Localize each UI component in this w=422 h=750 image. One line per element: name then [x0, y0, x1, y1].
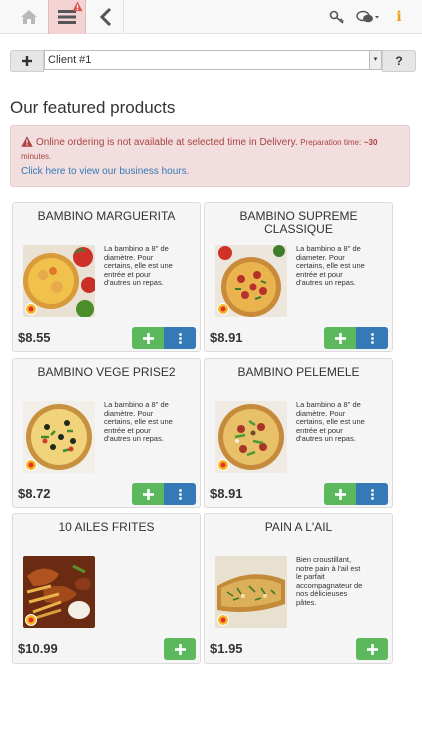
featured-badge-icon	[25, 303, 37, 315]
delivery-unavailable-alert: Online ordering is not available at sele…	[10, 125, 410, 187]
featured-badge-icon	[25, 459, 37, 471]
product-price: $8.91	[210, 330, 243, 345]
top-navigation-bar: i	[0, 0, 422, 34]
chat-dropdown-button[interactable]	[352, 0, 384, 34]
info-icon: i	[396, 9, 402, 25]
more-options-button[interactable]	[356, 483, 388, 505]
featured-badge-icon	[217, 459, 229, 471]
product-image[interactable]	[215, 245, 287, 317]
featured-badge-icon	[217, 303, 229, 315]
add-to-cart-button[interactable]	[132, 327, 164, 349]
product-image[interactable]	[215, 556, 287, 628]
product-name: BAMBINO MARGUERITA	[37, 209, 176, 223]
add-to-cart-button[interactable]	[164, 638, 196, 660]
product-name: BAMBINO VEGE PRISE2	[37, 365, 176, 379]
product-card: PAIN A L'AIL Bien croustillant, notre pa…	[204, 513, 393, 664]
vertical-ellipsis-icon	[370, 332, 374, 344]
plus-icon	[334, 332, 346, 344]
hamburger-menu-icon	[58, 10, 76, 24]
prep-time-unit: minutes.	[21, 152, 52, 161]
info-button[interactable]: i	[386, 0, 412, 34]
product-price: $10.99	[18, 641, 58, 656]
product-description: Bien croustillant, notre pain à l'ail es…	[296, 555, 363, 607]
product-image[interactable]	[23, 245, 95, 317]
product-card: BAMBINO VEGE PRISE2 La bambino a 8" de d…	[12, 358, 201, 508]
product-price: $1.95	[210, 641, 243, 656]
add-to-cart-button[interactable]	[356, 638, 388, 660]
more-options-button[interactable]	[356, 327, 388, 349]
plus-icon	[366, 643, 378, 655]
vertical-ellipsis-icon	[370, 488, 374, 500]
product-description: La bambino a 8" de diameter. Pour certai…	[296, 244, 365, 288]
alert-message: Online ordering is not available at sele…	[36, 137, 298, 148]
featured-badge-icon	[25, 614, 37, 626]
chevron-left-icon	[99, 8, 111, 26]
plus-icon	[142, 332, 154, 344]
add-client-button[interactable]	[10, 50, 44, 72]
select-arrow-icon: ▾	[369, 51, 381, 69]
vertical-ellipsis-icon	[178, 488, 182, 500]
business-hours-link[interactable]: Click here to view our business hours.	[21, 165, 399, 179]
home-button[interactable]	[10, 0, 48, 34]
product-description: La bambino a 8" de diamètre. Pour certai…	[104, 400, 173, 444]
login-button[interactable]	[322, 0, 352, 34]
add-to-cart-button[interactable]	[132, 483, 164, 505]
product-description: La bambino a 8" de diamètre. Pour certai…	[104, 244, 173, 288]
product-card: BAMBINO PELEMELE La bambino a 8" de diam…	[204, 358, 393, 508]
plus-icon	[142, 488, 154, 500]
plus-icon	[334, 488, 346, 500]
page-title: Our featured products	[10, 98, 176, 117]
client-select[interactable]: Client #1 ▾	[44, 50, 382, 70]
product-image[interactable]	[23, 556, 95, 628]
product-description: La bambino a 8" de diamètre. Pour certai…	[296, 400, 365, 444]
key-icon	[329, 10, 344, 24]
back-button[interactable]	[88, 0, 124, 34]
featured-badge-icon	[217, 614, 229, 626]
plus-icon	[174, 643, 186, 655]
client-selector-bar: Client #1 ▾ ?	[10, 50, 416, 72]
add-to-cart-button[interactable]	[324, 483, 356, 505]
product-name: PAIN A L'AIL	[264, 520, 333, 534]
product-image[interactable]	[23, 401, 95, 473]
menu-button[interactable]	[48, 0, 86, 34]
home-icon	[21, 10, 37, 24]
product-price: $8.72	[18, 486, 51, 501]
plus-icon	[22, 56, 32, 66]
product-price: $8.55	[18, 330, 51, 345]
product-image[interactable]	[215, 401, 287, 473]
client-select-value: Client #1	[48, 54, 92, 66]
warning-icon	[21, 136, 33, 147]
prep-time-value: ~30	[363, 138, 378, 147]
warning-badge-icon	[72, 1, 83, 12]
more-options-button[interactable]	[164, 327, 196, 349]
chat-bubbles-icon	[356, 10, 379, 23]
add-to-cart-button[interactable]	[324, 327, 356, 349]
product-name: BAMBINO PELEMELE	[237, 365, 360, 379]
more-options-button[interactable]	[164, 483, 196, 505]
product-card: BAMBINO MARGUERITA La bambino a 8" de di…	[12, 202, 201, 352]
product-name: 10 AILES FRITES	[58, 520, 155, 534]
help-label: ?	[395, 54, 403, 68]
product-name: BAMBINO SUPREME CLASSIQUE	[239, 209, 358, 236]
help-button[interactable]: ?	[382, 50, 416, 72]
prep-time-label: Preparation time:	[300, 138, 362, 147]
product-card: 10 AILES FRITES $10.99	[12, 513, 201, 664]
product-price: $8.91	[210, 486, 243, 501]
product-card: BAMBINO SUPREME CLASSIQUE La bambino a 8…	[204, 202, 393, 352]
vertical-ellipsis-icon	[178, 332, 182, 344]
